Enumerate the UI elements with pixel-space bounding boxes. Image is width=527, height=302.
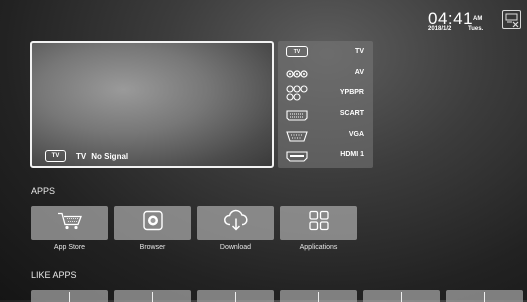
download-tile[interactable] [197, 206, 274, 240]
clock-ampm: AM [473, 16, 483, 22]
source-item-av[interactable]: AV [278, 64, 373, 84]
app-store-label: App Store [53, 244, 86, 251]
source-item-scart[interactable]: SCART [278, 105, 373, 125]
source-label: SCART [339, 110, 364, 117]
source-item-hdmi-1[interactable]: HDMI 1 [278, 146, 373, 166]
add-icon [401, 292, 402, 302]
like-apps-section-title: LIKE APPS [31, 270, 77, 280]
add-icon [484, 292, 485, 302]
tv-preview-window[interactable]: TV TV No Signal [30, 41, 274, 168]
like-app-slot[interactable] [31, 290, 108, 302]
like-app-slot[interactable] [114, 290, 191, 302]
source-label: TV [355, 48, 364, 55]
preview-signal-status: No Signal [91, 151, 129, 161]
clock: 04:41 AM 2018/1/2 Tues. [428, 9, 490, 35]
applications-tile[interactable] [280, 206, 357, 240]
vga-port-icon [286, 129, 308, 142]
like-app-slot[interactable] [446, 290, 523, 302]
clock-weekday: Tues. [468, 26, 484, 32]
scart-port-icon [286, 108, 308, 121]
shopping-cart-icon [57, 211, 83, 236]
add-icon [235, 292, 236, 302]
app-grid-icon [308, 210, 330, 237]
add-icon [152, 292, 153, 302]
av-jacks-icon [286, 67, 308, 80]
hdmi-port-icon [286, 149, 308, 162]
app-store-tile[interactable] [31, 206, 108, 240]
like-app-slot[interactable] [280, 290, 357, 302]
component-jacks-icon [286, 85, 308, 101]
source-label: AV [354, 69, 364, 76]
preview-status: TV TV No Signal [45, 150, 128, 162]
source-label: YPBPR [339, 89, 364, 96]
add-icon [69, 292, 70, 302]
apps-section-title: APPS [31, 186, 56, 196]
source-item-ypbpr[interactable]: YPBPR [278, 84, 373, 104]
clock-date: 2018/1/2 [428, 26, 452, 32]
applications-label: Applications [299, 244, 338, 251]
source-label: HDMI 1 [340, 151, 364, 158]
browser-globe-icon [142, 210, 164, 237]
download-label: Download [219, 244, 252, 251]
tv-badge-icon: TV [45, 150, 66, 162]
source-item-vga[interactable]: VGA [278, 126, 373, 146]
input-source-list: TV TV AV YPBPR SCART VGA HDMI 1 [278, 41, 373, 168]
source-item-tv[interactable]: TV TV [278, 43, 373, 63]
screen-cast-icon[interactable] [502, 10, 521, 29]
add-icon [318, 292, 319, 302]
like-app-slot[interactable] [197, 290, 274, 302]
cloud-download-icon [223, 209, 249, 237]
browser-label: Browser [139, 244, 166, 251]
preview-source-label: TV [76, 151, 87, 161]
source-label: VGA [348, 131, 364, 138]
like-app-slot[interactable] [363, 290, 440, 302]
browser-tile[interactable] [114, 206, 191, 240]
tv-icon: TV [286, 46, 308, 59]
